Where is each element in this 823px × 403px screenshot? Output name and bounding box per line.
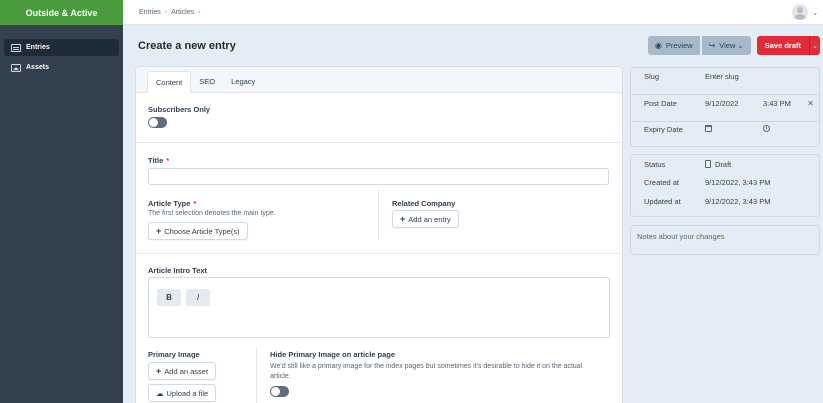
sidebar: Outside & Active Entries Assets bbox=[0, 0, 123, 403]
notes-field[interactable]: Notes about your changes bbox=[630, 225, 820, 255]
italic-button[interactable]: I bbox=[186, 289, 210, 306]
save-draft-button[interactable]: Save draft bbox=[756, 36, 809, 55]
breadcrumb: Entries › Articles › bbox=[123, 9, 204, 16]
tab-content[interactable]: Content bbox=[147, 71, 192, 93]
post-date-label: Post Date bbox=[644, 98, 677, 108]
choose-article-type-button[interactable]: + Choose Article Type(s) bbox=[148, 222, 248, 240]
breadcrumb-entries[interactable]: Entries bbox=[139, 9, 161, 16]
calendar-icon bbox=[705, 124, 712, 132]
chevron-right-icon: › bbox=[164, 8, 168, 16]
sidebar-item-label: Assets bbox=[26, 64, 49, 71]
subscribers-only-label: Subscribers Only bbox=[148, 105, 211, 114]
assets-icon bbox=[11, 63, 21, 72]
divider bbox=[631, 94, 819, 95]
updated-label: Updated at bbox=[644, 196, 681, 206]
tab-seo[interactable]: SEO bbox=[191, 71, 223, 92]
clock-icon bbox=[763, 124, 770, 132]
slug-label: Slug bbox=[644, 71, 660, 81]
sidebar-item-assets[interactable]: Assets bbox=[4, 59, 119, 76]
expiry-date-input[interactable] bbox=[705, 124, 712, 134]
avatar[interactable] bbox=[792, 4, 808, 20]
toolbar: ◉ Preview ↪ View ⌄ Save draft ⌄ bbox=[647, 36, 820, 55]
share-icon: ↪ bbox=[708, 41, 716, 50]
expiry-date-label: Expiry Date bbox=[644, 124, 683, 134]
plus-icon: + bbox=[400, 213, 406, 224]
bold-button[interactable]: B bbox=[157, 289, 181, 306]
sidebar-item-entries[interactable]: Entries bbox=[4, 39, 119, 56]
divider bbox=[136, 142, 622, 143]
created-label: Created at bbox=[644, 177, 680, 187]
upload-icon: ☁ bbox=[156, 388, 164, 398]
upload-file-button[interactable]: ☁ Upload a file bbox=[148, 384, 217, 402]
page-title: Create a new entry bbox=[138, 40, 236, 52]
chevron-down-icon[interactable]: ⌄ bbox=[812, 9, 818, 17]
chevron-down-icon: ⌄ bbox=[737, 41, 744, 50]
slug-input[interactable]: Enter slug bbox=[705, 72, 739, 81]
sidebar-item-label: Entries bbox=[26, 44, 50, 51]
status-label: Status bbox=[644, 159, 666, 169]
eye-icon: ◉ bbox=[654, 41, 662, 50]
hide-primary-image-label: Hide Primary Image on article page bbox=[270, 350, 396, 359]
intro-text-editor[interactable]: B I bbox=[148, 277, 610, 338]
tab-legacy[interactable]: Legacy bbox=[223, 71, 263, 92]
document-icon bbox=[705, 159, 711, 168]
preview-button[interactable]: ◉ Preview bbox=[647, 36, 700, 55]
updated-value: 9/12/2022, 3:43 PM bbox=[705, 196, 771, 206]
save-options-chevron-icon[interactable]: ⌄ bbox=[809, 36, 820, 55]
plus-icon: + bbox=[156, 225, 162, 236]
column-divider bbox=[378, 190, 379, 240]
meta-panel: Slug Enter slug Post Date 9/12/2022 3:43… bbox=[630, 67, 820, 147]
column-divider bbox=[256, 347, 257, 403]
chevron-right-icon: › bbox=[198, 8, 201, 16]
expiry-time-input[interactable] bbox=[763, 124, 770, 134]
primary-image-label: Primary Image bbox=[148, 350, 200, 359]
title-label: Title * bbox=[148, 156, 170, 165]
sidebar-nav: Entries Assets bbox=[0, 25, 123, 76]
site-name[interactable]: Outside & Active bbox=[0, 0, 123, 25]
post-date-input[interactable]: 9/12/2022 bbox=[705, 99, 738, 108]
tab-bar: Content SEO Legacy bbox=[136, 67, 622, 93]
entry-content-card: Content SEO Legacy Subscribers Only Titl… bbox=[136, 67, 622, 403]
intro-text-label: Article Intro Text bbox=[148, 266, 208, 275]
article-type-label: Article Type * bbox=[148, 199, 197, 208]
required-marker: * bbox=[166, 156, 170, 165]
related-company-label: Related Company bbox=[392, 199, 456, 208]
plus-icon: + bbox=[156, 365, 162, 376]
subscribers-only-toggle[interactable] bbox=[148, 117, 167, 128]
entries-icon bbox=[11, 43, 21, 52]
notes-placeholder: Notes about your changes bbox=[637, 232, 725, 241]
hide-primary-image-toggle[interactable] bbox=[270, 386, 289, 397]
breadcrumb-articles[interactable]: Articles bbox=[171, 9, 194, 16]
divider bbox=[631, 121, 819, 122]
status-panel: Status Draft Created at 9/12/2022, 3:43 … bbox=[630, 154, 820, 217]
header: Entries › Articles › ⌄ bbox=[123, 0, 823, 25]
status-badge: Draft bbox=[705, 159, 731, 169]
add-entry-button[interactable]: + Add an entry bbox=[392, 210, 459, 228]
article-type-hint: The first selection denotes the main typ… bbox=[148, 210, 276, 217]
title-input[interactable] bbox=[148, 168, 609, 185]
required-marker: * bbox=[193, 199, 197, 208]
divider bbox=[136, 253, 622, 254]
view-button[interactable]: ↪ View ⌄ bbox=[701, 36, 751, 55]
close-icon[interactable]: ✕ bbox=[807, 99, 814, 108]
hide-primary-image-hint: We'd still like a primary image for the … bbox=[270, 363, 583, 380]
created-value: 9/12/2022, 3:43 PM bbox=[705, 177, 771, 187]
add-asset-button[interactable]: + Add an asset bbox=[148, 362, 217, 380]
post-time-input[interactable]: 3:43 PM bbox=[763, 99, 791, 108]
